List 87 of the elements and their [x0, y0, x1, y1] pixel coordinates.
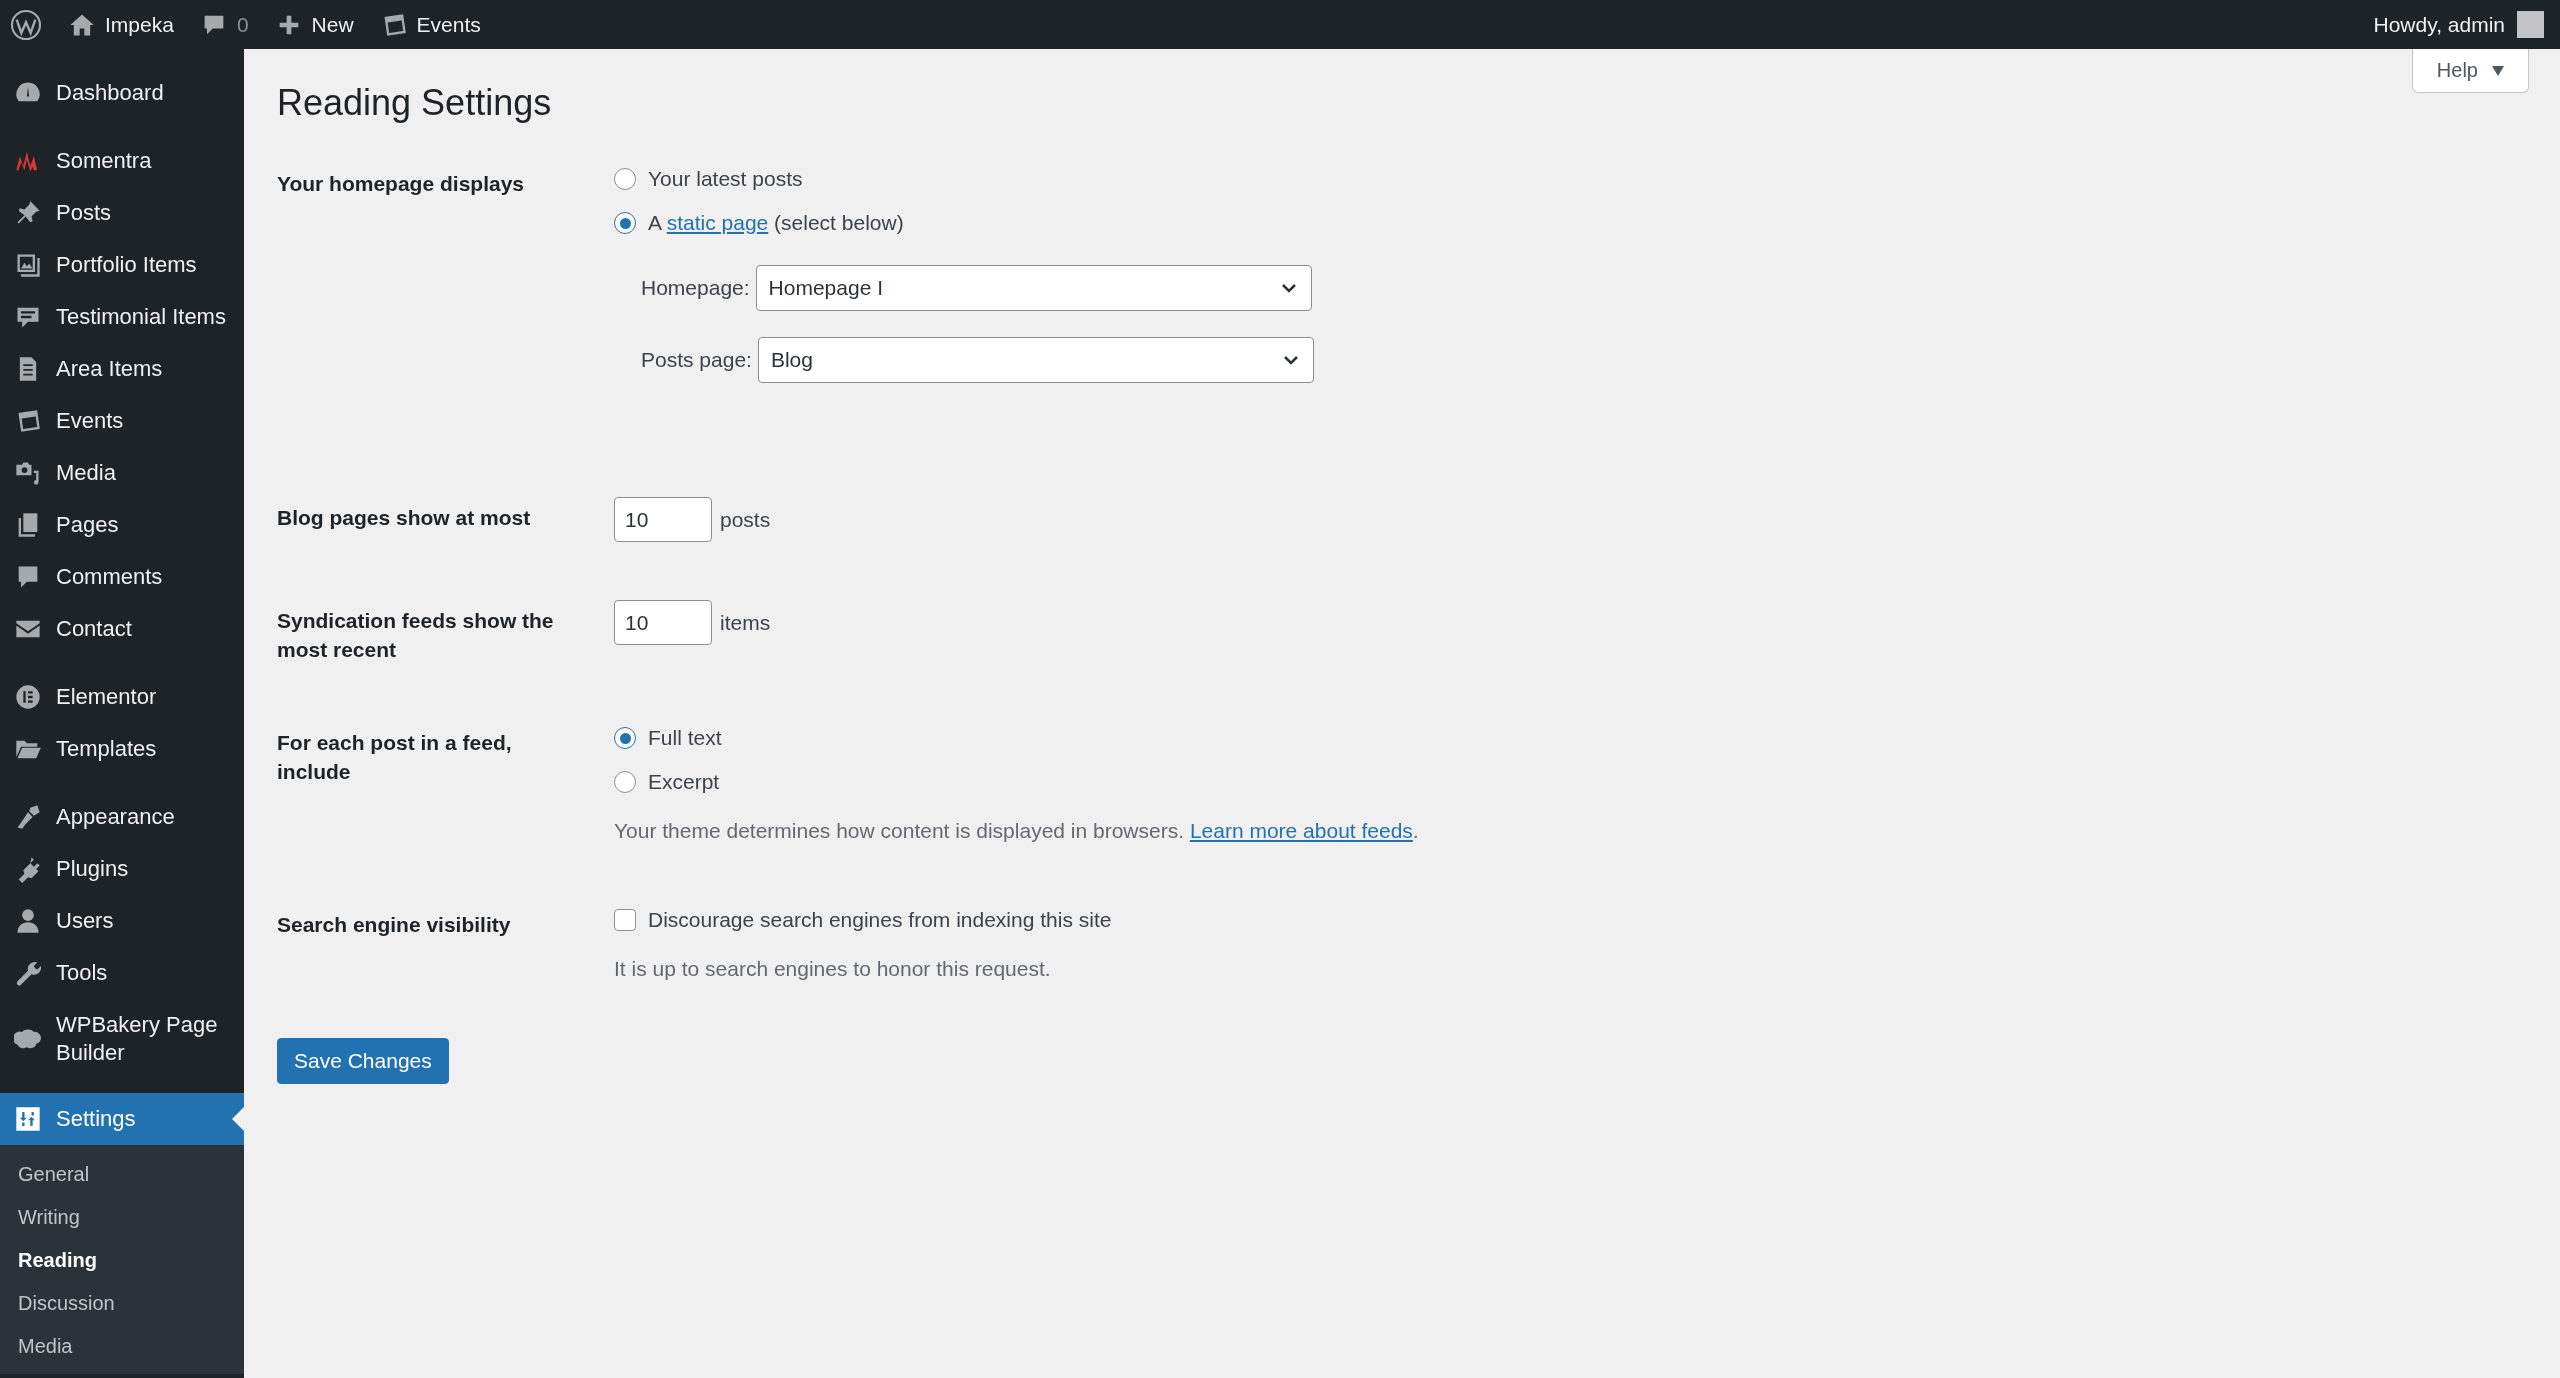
menu-label: Media	[56, 459, 116, 487]
help-text: Your theme determines how content is displayed in browsers. Learn more about feeds.	[614, 818, 1420, 844]
menu-item[interactable]: Comments	[0, 551, 244, 603]
menu-label: WPBakery Page Builder	[56, 1011, 219, 1067]
menu-label: Events	[56, 407, 124, 435]
menu-item[interactable]: Appearance	[0, 791, 244, 843]
dropdown-value: Homepage I	[768, 276, 883, 300]
radio-button[interactable]	[614, 771, 636, 793]
menu-label: Appearance	[56, 803, 175, 831]
comment-count[interactable]: 0	[236, 12, 249, 37]
save-button[interactable]: Save Changes	[277, 1038, 449, 1084]
radio-button[interactable]	[614, 727, 636, 749]
menu-label: Posts	[56, 199, 112, 227]
menu-label: Templates	[56, 735, 157, 763]
radio-button[interactable]	[614, 168, 636, 190]
current-indicator	[232, 1107, 244, 1131]
submenu-item[interactable]: General	[0, 1153, 244, 1196]
dropdown-value: Blog	[770, 348, 813, 372]
field-label: Blog pages show at most	[277, 505, 532, 531]
select-label: Posts page:	[641, 348, 752, 372]
field-label: For each post in a feed, include	[277, 730, 513, 785]
submenu-item[interactable]: Reading	[0, 1239, 244, 1282]
submenu-item[interactable]: Media	[0, 1325, 244, 1368]
menu-item[interactable]: Events	[0, 395, 244, 447]
menu-label: Somentra	[56, 147, 152, 175]
menu-item[interactable]: Templates	[0, 723, 244, 775]
brush-icon	[14, 803, 42, 831]
menu-label: Portfolio Items	[56, 251, 197, 279]
menu-label: Tools	[56, 959, 108, 987]
menu-label: Comments	[56, 563, 163, 591]
field-label: Search engine visibility	[277, 912, 512, 938]
toolbar-link[interactable]: New	[311, 12, 354, 37]
page-title: Reading Settings	[277, 81, 553, 125]
menu-item[interactable]: Elementor	[0, 671, 244, 723]
menu-label: Contact	[56, 615, 132, 643]
toolbar-link[interactable]: Events	[416, 12, 481, 37]
menu-item[interactable]: Settings	[0, 1093, 244, 1145]
help-button[interactable]: Help	[2411, 49, 2529, 93]
dropdown[interactable]: Blog	[757, 337, 1314, 383]
menu-label: Settings	[56, 1105, 136, 1133]
radio-label: Your latest posts	[648, 166, 803, 192]
checkbox-label: Discourage search engines from indexing this site	[648, 907, 1112, 933]
number-field[interactable]: 10	[614, 600, 712, 645]
static-page-link[interactable]: static page	[666, 211, 769, 234]
menu-item[interactable]: Pages	[0, 499, 244, 551]
menu-item[interactable]: Users	[0, 895, 244, 947]
menu-label: Pages	[56, 511, 119, 539]
menu-label: Plugins	[56, 855, 129, 883]
menu-item[interactable]: Tools	[0, 947, 244, 999]
menu-item[interactable]: Somentra	[0, 135, 244, 187]
menu-label: Dashboard	[56, 79, 164, 107]
menu-item[interactable]: WPBakery Page Builder	[0, 999, 244, 1079]
help-text: It is up to search engines to honor this request.	[614, 956, 1052, 982]
learn-more-link[interactable]: Learn more about feeds	[1189, 819, 1413, 842]
menu-item[interactable]: Plugins	[0, 843, 244, 895]
radio-label: A static page (select below)	[648, 210, 904, 236]
submenu-item[interactable]: Discussion	[0, 1282, 244, 1325]
radio-button[interactable]	[614, 212, 636, 234]
menu-item[interactable]: Area Items	[0, 343, 244, 395]
field-label: Your homepage displays	[277, 171, 525, 197]
radio-label: Full text	[648, 725, 722, 751]
menu-item[interactable]: Posts	[0, 187, 244, 239]
menu-item[interactable]: Contact	[0, 603, 244, 655]
menu-label: Area Items	[56, 355, 163, 383]
submenu-item[interactable]: Writing	[0, 1196, 244, 1239]
toolbar-link[interactable]: Impeka	[105, 12, 174, 37]
checkbox[interactable]	[614, 909, 636, 931]
menu-item[interactable]: Dashboard	[0, 67, 244, 119]
caret-icon	[2492, 65, 2504, 76]
number-field[interactable]: 10	[614, 497, 712, 542]
dropdown[interactable]: Homepage I	[755, 265, 1312, 311]
menu-item[interactable]: Portfolio Items	[0, 239, 244, 291]
radio-label: Excerpt	[648, 769, 720, 795]
select-label: Homepage:	[641, 276, 750, 300]
account-greeting[interactable]: Howdy, admin	[2373, 12, 2505, 37]
menu-label: Elementor	[56, 683, 157, 711]
menu-item[interactable]: Testimonial Items	[0, 291, 244, 343]
settings-icon	[14, 1105, 42, 1133]
menu-label: Users	[56, 907, 114, 935]
menu-label: Testimonial Items	[56, 303, 226, 331]
circle-bars-icon	[14, 683, 42, 711]
unit-label: items	[720, 610, 771, 635]
logo-icon[interactable]	[10, 8, 42, 41]
unit-label: posts	[720, 507, 771, 532]
wrench-icon	[14, 959, 42, 987]
menu-item[interactable]: Media	[0, 447, 244, 499]
field-label: Syndication feeds show the most recent	[277, 608, 555, 663]
